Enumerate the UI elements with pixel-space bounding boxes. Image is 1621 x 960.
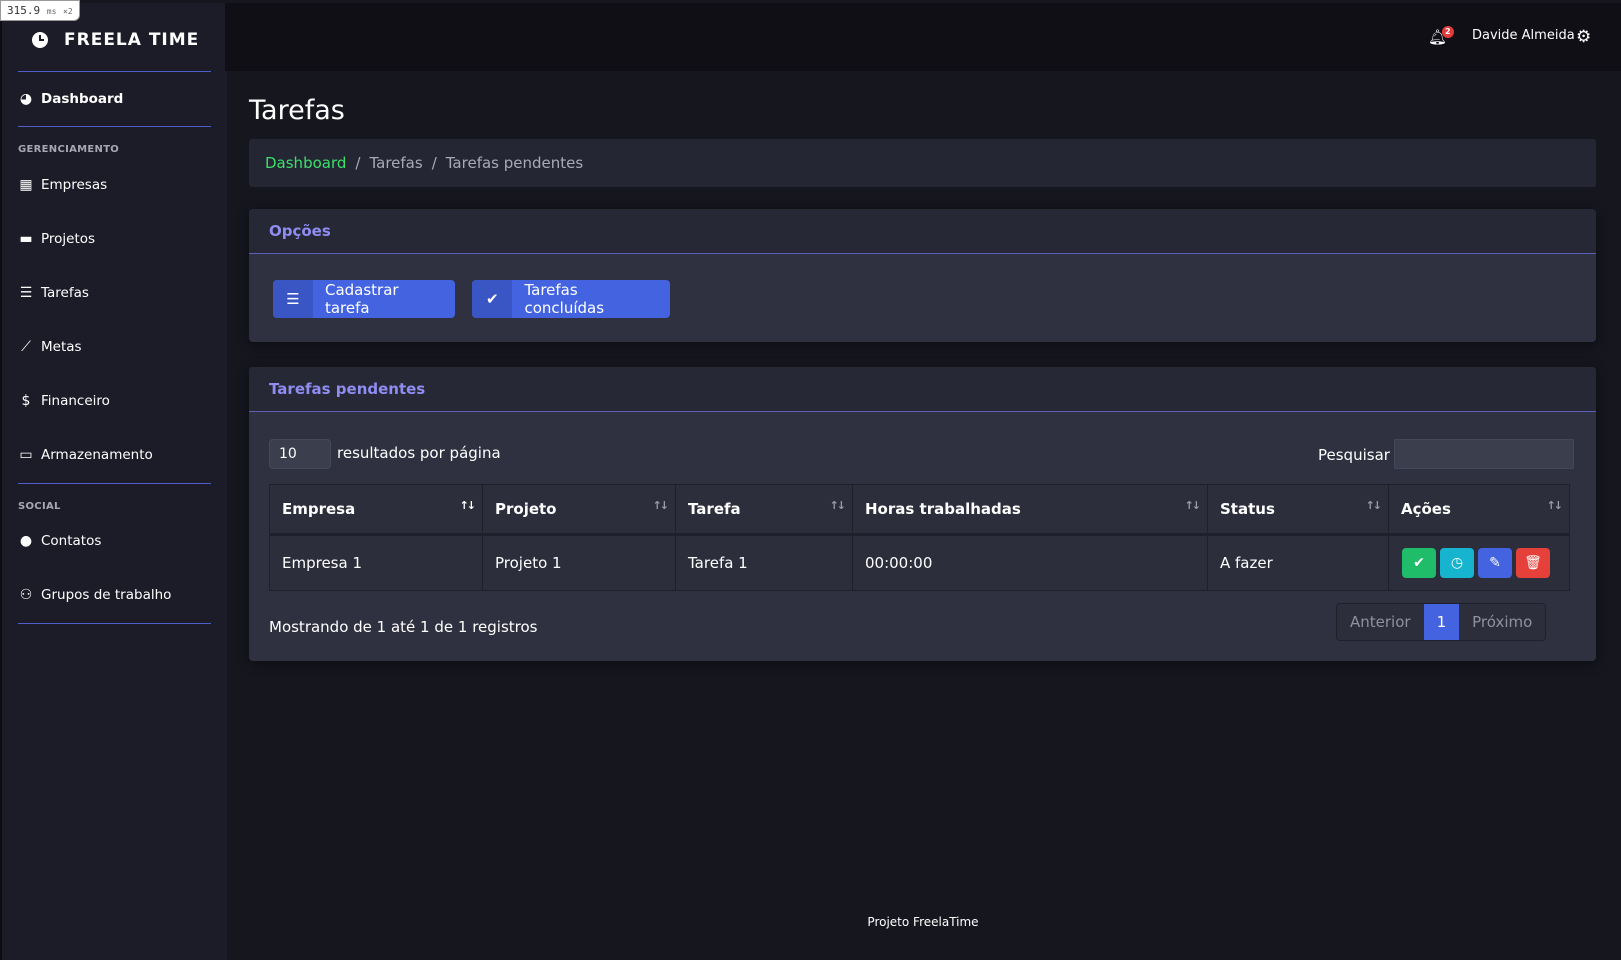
sidebar-item-contatos[interactable]: ● Contatos: [18, 533, 102, 549]
completed-tasks-button[interactable]: ✔ Tarefas concluídas: [472, 280, 670, 318]
money-icon: $: [21, 393, 31, 409]
cell-status: A fazer: [1207, 534, 1389, 591]
tasks-table: Empresa ↑↓ Projeto ↑↓ Tarefa ↑↓ Horas traba…: [269, 484, 1570, 591]
edit-task-button[interactable]: ✎: [1478, 548, 1512, 578]
complete-task-button[interactable]: ✔: [1402, 548, 1436, 578]
section-heading-social: SOCIAL: [18, 501, 61, 512]
sidebar-item-empresas[interactable]: ▦ Empresas: [18, 177, 107, 193]
cell-empresa: Empresa 1: [269, 534, 483, 591]
table-info: Mostrando de 1 até 1 de 1 registros: [269, 618, 538, 636]
gauge-icon: ◕: [19, 91, 33, 107]
cell-horas: 00:00:00: [852, 534, 1208, 591]
gear-icon[interactable]: ⚙: [1576, 27, 1591, 47]
cell-projeto: Projeto 1: [482, 534, 676, 591]
edit-icon: ✎: [1489, 555, 1501, 571]
pagination-page[interactable]: 1: [1423, 604, 1460, 640]
sort-icon: ↑↓: [1546, 499, 1564, 512]
sidebar-item-grupos[interactable]: ⚇ Grupos de trabalho: [18, 587, 172, 603]
breadcrumb-separator: /: [431, 154, 437, 172]
options-card-title: Opções: [249, 209, 1596, 254]
check-icon: ✔: [1413, 555, 1425, 571]
cell-actions: ✔ ◷ ✎ 🗑︎: [1388, 534, 1570, 591]
sidebar-item-projetos[interactable]: ▬ Projetos: [18, 231, 95, 247]
check-icon: ✔: [472, 280, 513, 318]
breadcrumb-tarefas: Tarefas: [369, 154, 423, 172]
column-status[interactable]: Status ↑↓: [1207, 484, 1389, 535]
task-list-icon: ☰: [273, 280, 313, 318]
new-task-button[interactable]: ☰ Cadastrar tarefa: [273, 280, 455, 318]
breadcrumb-current: Tarefas pendentes: [445, 154, 584, 172]
sidebar-item-metas[interactable]: ⟋ Metas: [18, 339, 81, 355]
pagination: Anterior 1 Próximo: [1336, 603, 1547, 641]
delete-task-button[interactable]: 🗑︎: [1516, 548, 1550, 578]
clock-icon: ◷: [1450, 555, 1464, 571]
sidebar-item-dashboard[interactable]: ◕ Dashboard: [18, 91, 123, 107]
pagination-previous[interactable]: Anterior: [1337, 604, 1424, 640]
sort-icon: ↑↓: [652, 499, 670, 512]
page-title: Tarefas: [249, 95, 345, 126]
section-heading-management: GERENCIAMENTO: [18, 144, 120, 155]
page-length-select[interactable]: [269, 439, 331, 469]
user-name[interactable]: Davide Almeida: [1472, 28, 1575, 43]
clock-icon: [32, 32, 48, 48]
pending-tasks-card: Tarefas pendentes resultados por página …: [249, 367, 1596, 661]
search-input[interactable]: [1394, 439, 1574, 469]
building-icon: ▦: [19, 177, 33, 193]
column-empresa[interactable]: Empresa ↑↓: [269, 484, 483, 535]
users-icon: ⚇: [19, 587, 33, 603]
user-circle-icon: ●: [19, 533, 33, 549]
brand[interactable]: FREELA TIME: [32, 27, 199, 53]
sidebar: FREELA TIME ◕ Dashboard GERENCIAMENTO ▦ …: [0, 3, 227, 960]
hard-drive-icon: ▭: [19, 447, 33, 463]
track-time-button[interactable]: ◷: [1440, 548, 1474, 578]
line-chart-icon: ⟋: [21, 339, 31, 355]
breadcrumb-dashboard[interactable]: Dashboard: [265, 154, 346, 172]
sidebar-item-armazenamento[interactable]: ▭ Armazenamento: [18, 447, 152, 463]
sort-icon: ↑↓: [459, 499, 477, 512]
options-card: Opções ☰ Cadastrar tarefa ✔ Tarefas conc…: [249, 209, 1596, 342]
sidebar-divider: [18, 623, 211, 624]
perf-counter: 315.9 ms ×2: [0, 0, 80, 21]
column-horas[interactable]: Horas trabalhadas ↑↓: [852, 484, 1208, 535]
breadcrumb-separator: /: [355, 154, 361, 172]
search-label: Pesquisar: [1318, 446, 1390, 464]
pending-card-title: Tarefas pendentes: [249, 367, 1596, 412]
topbar: [225, 3, 1621, 71]
sidebar-item-financeiro[interactable]: $ Financeiro: [18, 393, 110, 409]
sidebar-divider: [18, 126, 211, 127]
footer: Projeto FreelaTime: [867, 915, 979, 929]
sort-icon: ↑↓: [1365, 499, 1383, 512]
page-length-label: resultados por página: [337, 444, 501, 462]
sidebar-item-tarefas[interactable]: ☰ Tarefas: [18, 285, 89, 301]
task-list-icon: ☰: [19, 285, 33, 301]
sidebar-divider: [18, 483, 211, 484]
brand-title: FREELA TIME: [64, 30, 200, 50]
breadcrumb: Dashboard / Tarefas / Tarefas pendentes: [249, 139, 1596, 187]
cell-tarefa: Tarefa 1: [675, 534, 853, 591]
column-projeto[interactable]: Projeto ↑↓: [482, 484, 676, 535]
folder-icon: ▬: [19, 231, 33, 247]
table-row: Empresa 1 Projeto 1 Tarefa 1 00:00:00 A …: [269, 534, 1570, 591]
sort-icon: ↑↓: [1184, 499, 1202, 512]
notification-badge: 2: [1442, 26, 1454, 38]
column-acoes[interactable]: Ações ↑↓: [1388, 484, 1570, 535]
trash-icon: 🗑︎: [1524, 555, 1542, 571]
sidebar-divider: [18, 71, 211, 72]
table-header-row: Empresa ↑↓ Projeto ↑↓ Tarefa ↑↓ Horas traba…: [269, 484, 1570, 535]
pagination-next[interactable]: Próximo: [1459, 604, 1546, 640]
column-tarefa[interactable]: Tarefa ↑↓: [675, 484, 853, 535]
sort-icon: ↑↓: [829, 499, 847, 512]
